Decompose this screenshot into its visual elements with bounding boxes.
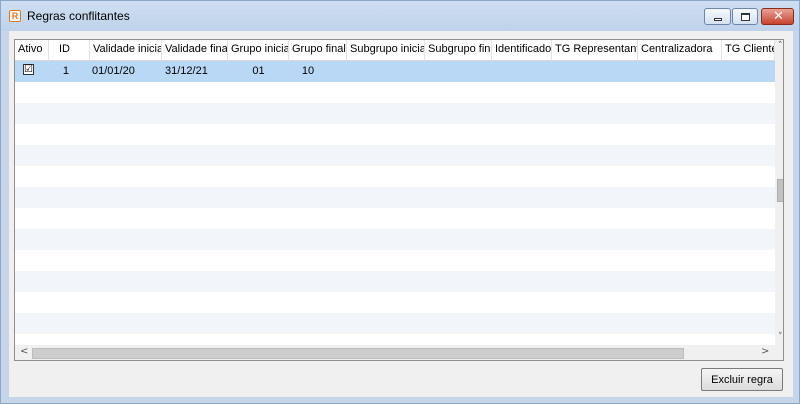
empty-row	[15, 250, 775, 271]
scroll-right-icon[interactable]: >	[761, 346, 769, 357]
rules-grid[interactable]: Ativo ID Validade inicial Validade final…	[14, 39, 784, 361]
regras-conflitantes-window: R Regras conflitantes ✕ Ativo ID Validad…	[0, 0, 800, 404]
empty-row	[15, 103, 775, 124]
ativo-checkbox[interactable]: ☑	[23, 64, 34, 75]
empty-row	[15, 145, 775, 166]
grid-header: Ativo ID Validade inicial Validade final…	[15, 40, 775, 61]
close-button[interactable]: ✕	[761, 8, 794, 25]
column-header-subgrupo-inicial[interactable]: Subgrupo inicial	[347, 40, 425, 61]
window-client-area: Ativo ID Validade inicial Validade final…	[9, 31, 793, 397]
vertical-scroll-thumb[interactable]	[777, 179, 783, 202]
column-header-tg-representante[interactable]: TG Representante	[552, 40, 638, 61]
title-bar[interactable]: R Regras conflitantes ✕	[1, 1, 799, 31]
delete-rule-button[interactable]: Excluir regra	[701, 368, 783, 391]
maximize-icon	[741, 13, 750, 21]
empty-row	[15, 313, 775, 334]
close-icon: ✕	[773, 9, 784, 24]
column-header-validade-final[interactable]: Validade final	[162, 40, 228, 61]
scroll-down-icon[interactable]: ˅	[778, 332, 783, 342]
empty-row	[15, 166, 775, 187]
scroll-up-icon[interactable]: ˄	[778, 41, 783, 51]
column-header-ativo[interactable]: Ativo	[15, 40, 49, 61]
cell-id: 1	[62, 65, 69, 77]
app-icon: R	[9, 10, 21, 22]
scroll-left-icon[interactable]: <	[20, 346, 28, 357]
empty-row	[15, 271, 775, 292]
horizontal-scroll-thumb[interactable]	[32, 348, 684, 359]
cell-validade-inicial: 01/01/20	[92, 65, 135, 77]
empty-row	[15, 334, 775, 345]
column-header-validade-inicial[interactable]: Validade inicial	[90, 40, 162, 61]
empty-row	[15, 229, 775, 250]
empty-row	[15, 208, 775, 229]
horizontal-scrollbar[interactable]: < >	[15, 345, 775, 360]
column-header-subgrupo-final[interactable]: Subgrupo final	[425, 40, 492, 61]
empty-row	[15, 292, 775, 313]
column-header-centralizadora[interactable]: Centralizadora	[638, 40, 722, 61]
minimize-icon	[714, 18, 722, 21]
column-header-tg-cliente[interactable]: TG Cliente	[722, 40, 775, 61]
cell-grupo-inicial: 01	[252, 65, 265, 77]
window-title: Regras conflitantes	[27, 9, 130, 23]
column-header-grupo-inicial[interactable]: Grupo inicial	[228, 40, 289, 61]
column-header-id[interactable]: ID	[49, 40, 90, 61]
empty-row	[15, 82, 775, 103]
column-header-grupo-final[interactable]: Grupo final	[289, 40, 347, 61]
scrollbar-corner	[775, 345, 783, 360]
minimize-button[interactable]	[704, 8, 731, 25]
column-header-identificador[interactable]: Identificador	[492, 40, 552, 61]
cell-grupo-final: 10	[301, 65, 315, 77]
table-row[interactable]: ☑ 1 01/01/20 31/12/21 01 10	[15, 61, 775, 82]
maximize-button[interactable]	[732, 8, 758, 25]
vertical-scrollbar[interactable]: ˄ ˅	[775, 40, 783, 345]
cell-validade-final: 31/12/21	[165, 65, 208, 77]
empty-row	[15, 187, 775, 208]
empty-row	[15, 124, 775, 145]
